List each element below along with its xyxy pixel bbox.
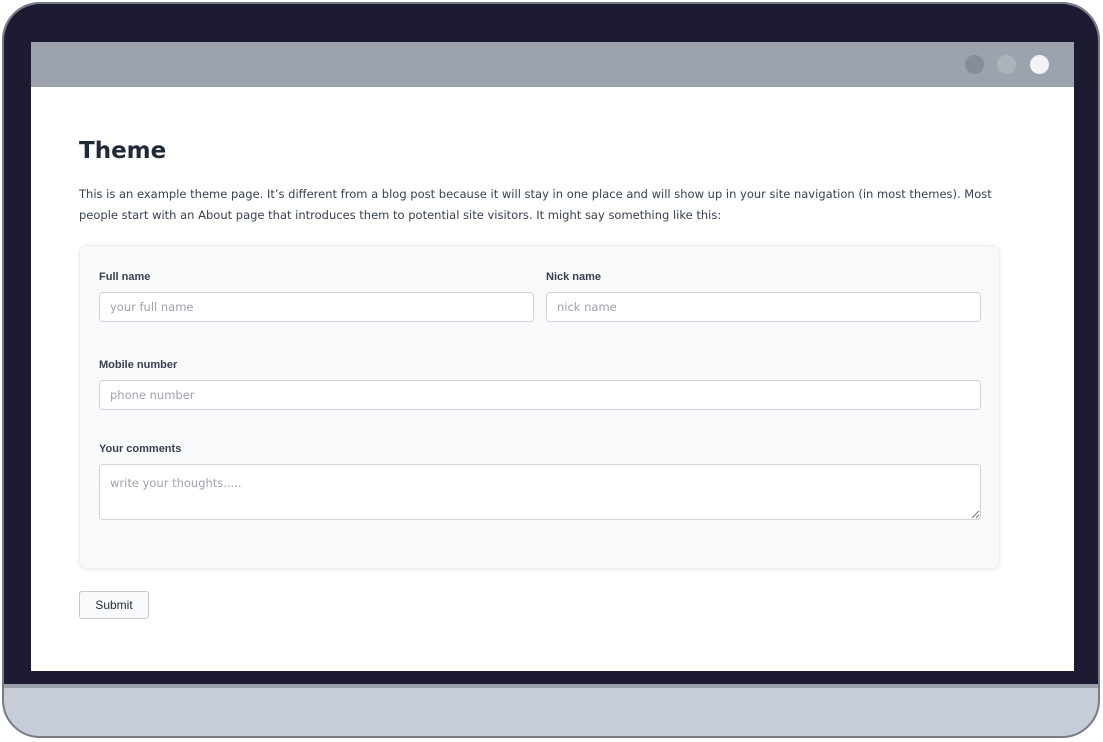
mobile-number-label: Mobile number	[99, 359, 178, 371]
laptop-hinge	[4, 684, 1098, 688]
window-titlebar	[31, 42, 1074, 87]
full-name-label: Full name	[99, 271, 151, 283]
screen-bezel: Theme This is an example theme page. It’…	[4, 4, 1098, 684]
window-control-dot[interactable]	[965, 55, 984, 74]
comments-label: Your comments	[99, 443, 182, 455]
intro-paragraph: This is an example theme page. It’s diff…	[79, 187, 992, 222]
full-name-input[interactable]	[99, 292, 534, 322]
browser-window: Theme This is an example theme page. It’…	[31, 42, 1074, 671]
laptop-frame: Theme This is an example theme page. It’…	[2, 2, 1100, 738]
submit-button[interactable]: Submit	[79, 591, 149, 619]
nick-name-input[interactable]	[546, 292, 981, 322]
mobile-number-input[interactable]	[99, 380, 981, 410]
page-title: Theme	[79, 138, 167, 164]
window-control-dot[interactable]	[1030, 55, 1049, 74]
comments-textarea[interactable]	[99, 464, 981, 520]
contact-form-card: Full name Nick name Mobile number Your c…	[79, 245, 1000, 569]
nick-name-label: Nick name	[546, 271, 602, 283]
window-control-dot[interactable]	[997, 55, 1016, 74]
